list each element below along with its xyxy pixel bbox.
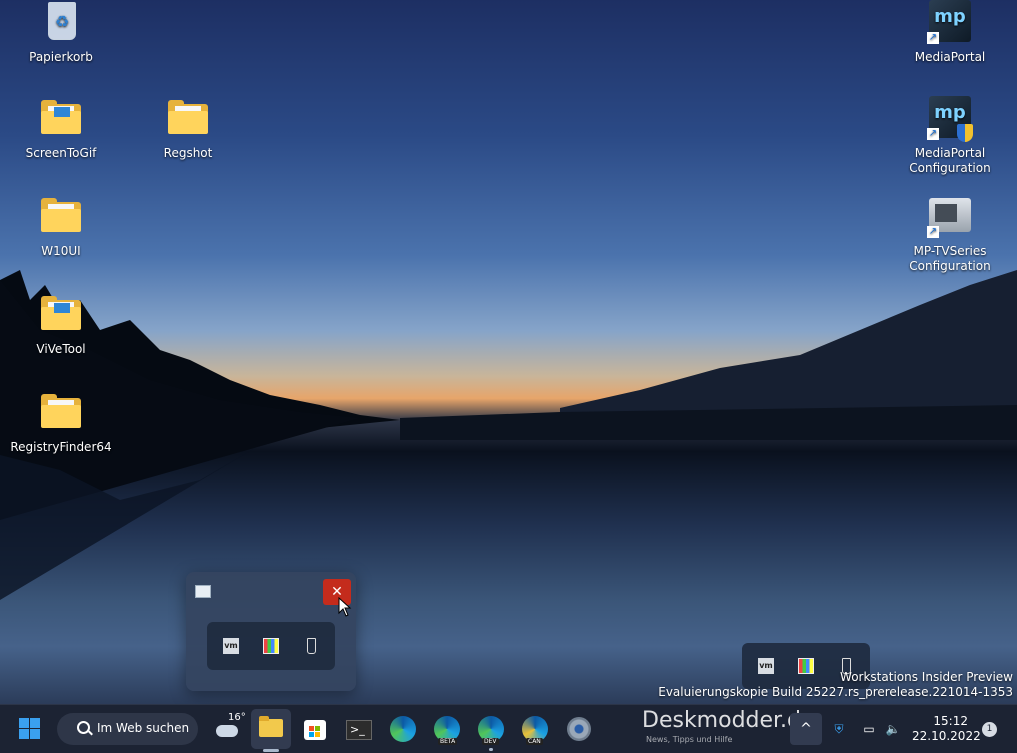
build-watermark-line2: Evaluierungskopie Build 25227.rs_prerele… (658, 685, 1013, 699)
desktop-icon-mediaportal-configuration[interactable]: mp ↗ MediaPortal Configuration (895, 96, 1005, 176)
volume-icon[interactable]: 🔈 (885, 721, 901, 737)
folder-icon (38, 96, 84, 142)
desktop-icon-label: MediaPortal Configuration (909, 146, 991, 175)
network-icon[interactable]: ▭ (861, 721, 877, 737)
mouse-cursor-icon (338, 597, 352, 617)
recycle-bin-icon: ♻ (48, 2, 76, 40)
desktop-icon-w10ui[interactable]: W10UI (6, 194, 116, 259)
desktop-icon-registryfinder64[interactable]: RegistryFinder64 (6, 390, 116, 455)
window-icon (195, 585, 211, 598)
taskbar: Im Web suchen 16° >_ BETA DEV CAN Deskmo… (0, 704, 1017, 753)
show-hidden-icons-button[interactable]: ^ (790, 713, 822, 745)
file-explorer-button[interactable] (251, 709, 291, 749)
weather-widget[interactable]: 16° (212, 712, 246, 745)
microsoft-store-button[interactable] (299, 713, 331, 745)
desktop-icon-label: W10UI (41, 244, 81, 258)
settings-icon (567, 717, 591, 741)
build-watermark-line1: Workstations Insider Preview (840, 670, 1013, 684)
desktop-icon-label: Regshot (163, 146, 213, 160)
color-palette-icon[interactable] (798, 658, 814, 674)
desktop-icon-label: ViVeTool (36, 342, 86, 356)
start-button[interactable] (14, 713, 46, 745)
settings-button[interactable] (563, 713, 595, 745)
desktop-icon-vivetool[interactable]: ViVeTool (6, 292, 116, 357)
color-palette-icon[interactable] (263, 638, 279, 654)
clock[interactable]: 15:12 22.10.2022 (912, 714, 981, 744)
desktop-icon-screentogif[interactable]: ScreenToGif (6, 96, 116, 161)
edge-beta-icon: BETA (434, 716, 460, 745)
deskmodder-watermark: Deskmodder.de (642, 708, 815, 733)
search-label: Im Web suchen (97, 721, 190, 735)
vmware-icon[interactable]: vm (223, 638, 239, 654)
vmware-icon[interactable]: vm (758, 658, 774, 674)
tray-overflow-popup: ✕ vm (186, 572, 356, 691)
desktop-icon-label: Papierkorb (29, 50, 93, 64)
search-box[interactable]: Im Web suchen (57, 713, 198, 745)
edge-dev-button[interactable]: DEV (475, 713, 507, 751)
weather-temperature: 16° (228, 712, 246, 723)
desktop-icon-label: MP-TVSeries Configuration (909, 244, 991, 273)
desktop-icon-label: MediaPortal (914, 50, 986, 64)
uac-shield-icon (957, 124, 973, 142)
edge-icon (390, 716, 416, 742)
shortcut-arrow-icon: ↗ (927, 128, 939, 140)
clock-time: 15:12 (933, 714, 968, 728)
desktop-icon-label: ScreenToGif (25, 146, 97, 160)
folder-icon (165, 96, 211, 142)
notification-badge[interactable]: 1 (982, 722, 997, 737)
edge-dev-icon: DEV (478, 716, 504, 745)
edge-button[interactable] (387, 713, 419, 745)
usb-drive-icon[interactable] (307, 638, 316, 654)
cloud-icon (216, 725, 238, 737)
clock-date: 22.10.2022 (912, 729, 981, 743)
desktop-icon-regshot[interactable]: Regshot (133, 96, 243, 161)
overflow-icon-group: vm (207, 622, 335, 670)
desktop-icon-label: RegistryFinder64 (10, 440, 112, 454)
folder-icon (38, 390, 84, 436)
microsoft-store-icon (304, 720, 326, 740)
shortcut-arrow-icon: ↗ (927, 32, 939, 44)
file-explorer-icon (259, 719, 283, 737)
desktop-icon-recycle-bin[interactable]: ♻ Papierkorb (6, 0, 116, 65)
desktop-icon-mp-tvseries-configuration[interactable]: ↗ MP-TVSeries Configuration (895, 194, 1005, 274)
folder-icon (38, 292, 84, 338)
shortcut-arrow-icon: ↗ (927, 226, 939, 238)
deskmodder-tagline: News, Tipps und Hilfe (646, 735, 733, 744)
edge-canary-icon: CAN (522, 716, 548, 745)
folder-icon (38, 194, 84, 240)
terminal-icon: >_ (346, 720, 372, 740)
terminal-button[interactable]: >_ (343, 713, 375, 745)
search-icon (77, 721, 90, 734)
edge-beta-button[interactable]: BETA (431, 713, 463, 745)
desktop-icon-mediaportal[interactable]: mp ↗ MediaPortal (895, 0, 1005, 65)
defender-shield-icon[interactable]: ⛨ (831, 721, 847, 737)
edge-canary-button[interactable]: CAN (519, 713, 551, 745)
